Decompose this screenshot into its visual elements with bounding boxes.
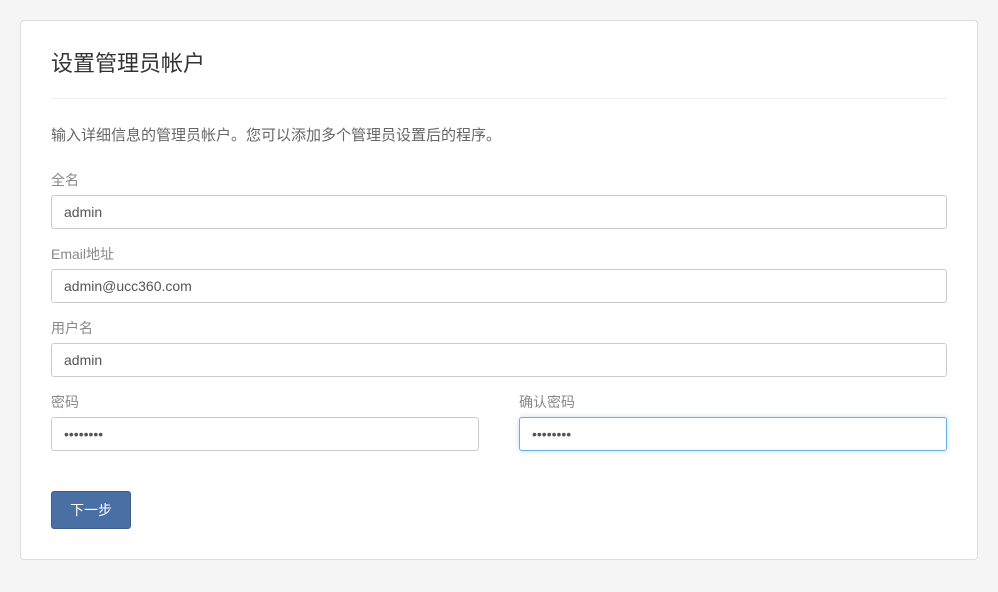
confirm-password-group: 确认密码 xyxy=(519,392,947,451)
admin-setup-panel: 设置管理员帐户 输入详细信息的管理员帐户。您可以添加多个管理员设置后的程序。 全… xyxy=(20,20,978,560)
email-label: Email地址 xyxy=(51,244,947,264)
confirm-password-input[interactable] xyxy=(519,417,947,451)
username-label: 用户名 xyxy=(51,318,947,338)
fullname-group: 全名 xyxy=(51,170,947,229)
password-group: 密码 xyxy=(51,392,479,451)
password-row: 密码 确认密码 xyxy=(51,392,947,466)
email-group: Email地址 xyxy=(51,244,947,303)
description-text: 输入详细信息的管理员帐户。您可以添加多个管理员设置后的程序。 xyxy=(51,124,947,145)
username-group: 用户名 xyxy=(51,318,947,377)
divider xyxy=(51,98,947,99)
password-input[interactable] xyxy=(51,417,479,451)
fullname-input[interactable] xyxy=(51,195,947,229)
next-button[interactable]: 下一步 xyxy=(51,491,131,529)
password-label: 密码 xyxy=(51,392,479,412)
email-input[interactable] xyxy=(51,269,947,303)
username-input[interactable] xyxy=(51,343,947,377)
page-title: 设置管理员帐户 xyxy=(51,46,947,78)
confirm-password-label: 确认密码 xyxy=(519,392,947,412)
fullname-label: 全名 xyxy=(51,170,947,190)
